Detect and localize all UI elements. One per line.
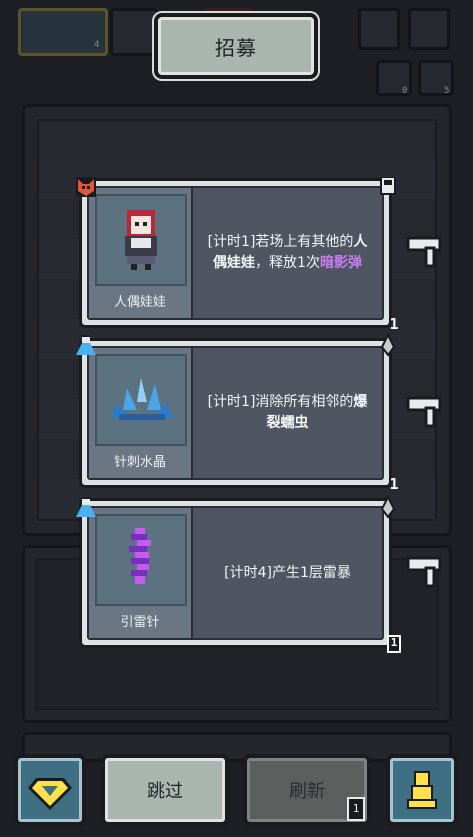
unit-description: [计时1]若场上有其他的人偶娃娃，释放1次暗影弹 — [207, 234, 368, 271]
recruit-card-3[interactable]: 引雷针 [计时4]产生1层雷暴 1 — [76, 495, 401, 653]
unit-name: 引雷针 — [120, 615, 160, 630]
doll-portrait — [95, 194, 187, 286]
lightning-rod-portrait — [95, 514, 187, 606]
refresh-cost: 1 — [347, 797, 365, 821]
refresh-label: 刷新 — [289, 781, 325, 802]
potion-flask-icon — [76, 335, 96, 355]
recruit-title-label: 招募 — [215, 35, 257, 60]
lock-icon — [380, 177, 396, 195]
unit-description: [计时4]产生1层雷暴 — [224, 564, 351, 581]
spike-icon — [380, 333, 396, 357]
lightning-rod-icon — [129, 528, 151, 584]
skip-label: 跳过 — [147, 781, 183, 802]
fox-mask-icon — [76, 177, 96, 197]
crystal-icon — [111, 378, 173, 420]
stock-count: 1 — [389, 475, 399, 493]
unit-description: [计时1]消除所有相邻的爆裂蠕虫 — [207, 394, 368, 431]
hammer-buy-icon[interactable] — [404, 552, 444, 592]
recruit-card-2[interactable]: 针刺水晶 [计时1]消除所有相邻的爆裂蠕虫 1 — [76, 333, 399, 493]
stock-count: 1 — [387, 635, 401, 653]
pawn-icon — [407, 771, 437, 809]
recruit-title: 招募 — [154, 13, 318, 79]
recruit-card-1[interactable]: 人偶娃娃 [计时1]若场上有其他的人偶娃娃，释放1次暗影弹 1 — [76, 177, 399, 333]
unit-name: 人偶娃娃 — [113, 295, 166, 310]
gem-button[interactable] — [14, 754, 86, 826]
crystal-portrait — [95, 354, 187, 446]
hammer-buy-icon[interactable] — [404, 392, 444, 432]
gem-icon — [28, 778, 72, 810]
potion-flask-icon — [76, 497, 96, 517]
unit-name: 针刺水晶 — [113, 455, 166, 470]
skip-button[interactable]: 跳过 — [101, 754, 229, 826]
stock-count: 1 — [389, 315, 399, 333]
doll-character-icon — [125, 210, 157, 270]
pawn-button[interactable] — [386, 754, 458, 826]
hammer-buy-icon[interactable] — [404, 232, 444, 272]
spike-icon — [380, 495, 396, 519]
